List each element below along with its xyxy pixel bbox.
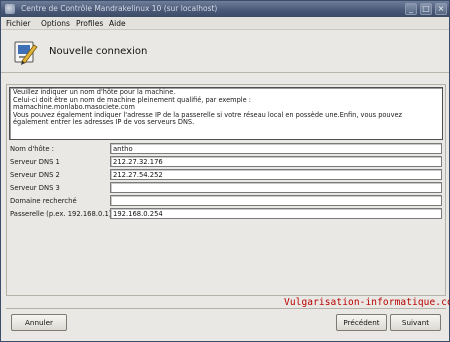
info-line: également entrer les adresses IP de vos … xyxy=(13,118,195,127)
info-text-area: Veuillez indiquer un nom d'hôte pour la … xyxy=(9,87,443,140)
minimize-button[interactable]: _ xyxy=(405,3,417,15)
menu-profiles[interactable]: Profiles xyxy=(76,19,103,28)
next-button[interactable]: Suivant xyxy=(390,314,441,331)
hostname-label: Nom d'hôte : xyxy=(10,145,54,153)
dns3-row: Serveur DNS 3 xyxy=(9,182,443,194)
gateway-row: Passerelle (p.ex. 192.168.0.1) xyxy=(9,208,443,220)
button-separator xyxy=(6,308,446,309)
app-window: Centre de Contrôle Mandrakelinux 10 (sur… xyxy=(0,0,450,342)
dns1-input[interactable] xyxy=(110,156,442,167)
dns2-label: Serveur DNS 2 xyxy=(10,171,60,179)
menu-bar: Fichier Options Profiles Aide xyxy=(1,17,449,30)
previous-button[interactable]: Précédent xyxy=(336,314,387,331)
dns2-input[interactable] xyxy=(110,169,442,180)
dns1-label: Serveur DNS 1 xyxy=(10,158,60,166)
window-menu-icon[interactable] xyxy=(5,4,15,14)
title-bar[interactable]: Centre de Contrôle Mandrakelinux 10 (sur… xyxy=(1,1,449,17)
menu-aide[interactable]: Aide xyxy=(109,19,126,28)
wizard-header: Nouvelle connexion xyxy=(1,31,449,73)
search-domain-row: Domaine recherché xyxy=(9,195,443,207)
maximize-button[interactable]: □ xyxy=(420,3,432,15)
close-button[interactable]: × xyxy=(435,3,447,15)
search-domain-input[interactable] xyxy=(110,195,442,206)
dns3-label: Serveur DNS 3 xyxy=(10,184,60,192)
wizard-title: Nouvelle connexion xyxy=(49,46,148,57)
hostname-row: Nom d'hôte : xyxy=(9,143,443,155)
menu-fichier[interactable]: Fichier xyxy=(6,19,31,28)
network-wizard-icon xyxy=(14,41,38,65)
dns2-row: Serveur DNS 2 xyxy=(9,169,443,181)
dns1-row: Serveur DNS 1 xyxy=(9,156,443,168)
cancel-button[interactable]: Annuler xyxy=(11,314,67,331)
gateway-input[interactable] xyxy=(110,208,442,219)
menu-options[interactable]: Options xyxy=(41,19,70,28)
window-title: Centre de Contrôle Mandrakelinux 10 (sur… xyxy=(21,4,218,13)
dns3-input[interactable] xyxy=(110,182,442,193)
gateway-label: Passerelle (p.ex. 192.168.0.1) xyxy=(10,210,112,218)
search-domain-label: Domaine recherché xyxy=(10,197,77,205)
watermark-text: Vulgarisation-informatique.com xyxy=(284,297,450,308)
hostname-input[interactable] xyxy=(110,143,442,154)
